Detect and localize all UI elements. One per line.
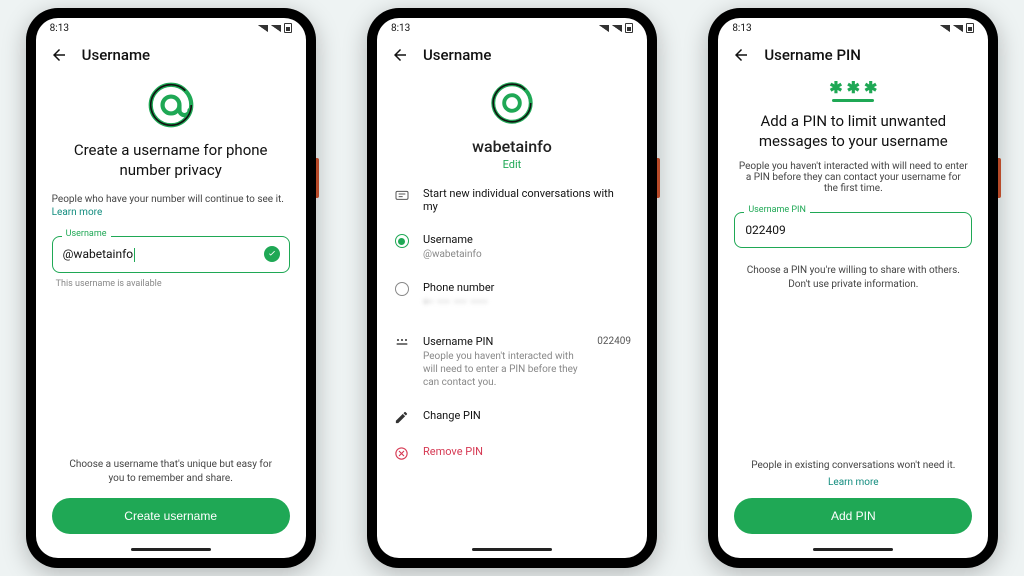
status-bar: 8:13	[377, 18, 647, 38]
radio-selected-icon	[395, 234, 409, 248]
check-icon	[264, 246, 280, 262]
page-title: Username	[82, 46, 150, 64]
battery-icon	[284, 23, 292, 33]
username-field-wrap: Username @wabetainfo	[52, 236, 290, 273]
create-username-button[interactable]: Create username	[52, 498, 290, 534]
screen-1: 8:13 Username	[36, 18, 306, 558]
pin-row[interactable]: Username PIN People you haven't interact…	[393, 325, 631, 399]
section-header-row: Start new individual conversations with …	[393, 177, 631, 223]
status-bar: 8:13	[718, 18, 988, 38]
status-icons	[599, 23, 633, 33]
back-icon[interactable]	[732, 46, 750, 64]
remove-pin-label: Remove PIN	[423, 445, 631, 458]
battery-icon	[625, 23, 633, 33]
gesture-bar	[377, 544, 647, 558]
signal-icon	[271, 25, 281, 32]
chat-icon	[393, 187, 411, 204]
hero-heading: Add a PIN to limit unwanted messages to …	[734, 112, 972, 151]
bottom-note: Choose a username that's unique but easy…	[52, 458, 290, 498]
hero-subtext: People who have your number will continu…	[52, 194, 290, 205]
app-bar: Username PIN	[718, 38, 988, 68]
hero-subtext: People you haven't interacted with will …	[734, 161, 972, 194]
app-bar: Username	[36, 38, 306, 68]
status-icons	[940, 23, 974, 33]
remove-pin-row[interactable]: Remove PIN	[393, 435, 631, 471]
username-input-value: @wabetainfo	[63, 247, 133, 261]
option-phone-sub: +• ••• ••• ••••	[423, 296, 631, 309]
wifi-icon	[940, 25, 950, 32]
pencil-icon	[393, 409, 411, 425]
option-username-row[interactable]: Username @wabetainfo	[393, 223, 631, 271]
edit-link[interactable]: Edit	[503, 158, 522, 171]
phone-frame-1: 8:13 Username	[26, 8, 316, 568]
wifi-icon	[599, 25, 609, 32]
phone-frame-2: 8:13 Username wa	[367, 8, 657, 568]
wifi-icon	[258, 25, 268, 32]
text-cursor	[134, 248, 135, 262]
back-icon[interactable]	[391, 46, 409, 64]
gesture-bar	[718, 544, 988, 558]
phone-frame-3: 8:13 Username PIN ✱✱✱ Add a PIN	[708, 8, 998, 568]
option-username-label: Username	[423, 233, 631, 246]
change-pin-row[interactable]: Change PIN	[393, 399, 631, 435]
page-title: Username PIN	[764, 46, 861, 64]
status-bar: 8:13	[36, 18, 306, 38]
bottom-note: People in existing conversations won't n…	[734, 459, 972, 475]
remove-icon	[393, 445, 411, 461]
at-sign-icon	[52, 78, 290, 135]
option-phone-row[interactable]: Phone number +• ••• ••• ••••	[393, 271, 631, 319]
signal-icon	[953, 25, 963, 32]
at-sign-icon	[393, 78, 631, 131]
keypad-icon	[393, 335, 411, 352]
pin-row-sub: People you haven't interacted with will …	[423, 350, 585, 389]
field-label: Username	[62, 229, 111, 239]
availability-hint: This username is available	[52, 279, 290, 289]
learn-more-link[interactable]: Learn more	[828, 477, 879, 488]
screen-2: 8:13 Username wa	[377, 18, 647, 558]
screen-3: 8:13 Username PIN ✱✱✱ Add a PIN	[718, 18, 988, 558]
clock: 8:13	[391, 23, 410, 34]
username-input[interactable]: @wabetainfo	[52, 236, 290, 273]
app-bar: Username	[377, 38, 647, 68]
clock: 8:13	[50, 23, 69, 34]
status-icons	[258, 23, 292, 33]
battery-icon	[966, 23, 974, 33]
option-username-sub: @wabetainfo	[423, 248, 631, 261]
mid-note: Choose a PIN you're willing to share wit…	[734, 264, 972, 304]
back-icon[interactable]	[50, 46, 68, 64]
radio-unselected-icon	[395, 282, 409, 296]
pin-input-value: 022409	[745, 223, 785, 237]
gesture-bar	[36, 544, 306, 558]
add-pin-button[interactable]: Add PIN	[734, 498, 972, 534]
username-display: wabetainfo	[393, 137, 631, 156]
field-label: Username PIN	[744, 205, 810, 215]
pin-value: 022409	[597, 335, 631, 347]
pin-field-wrap: Username PIN 022409	[734, 212, 972, 248]
clock: 8:13	[732, 23, 751, 34]
hero-heading: Create a username for phone number priva…	[52, 141, 290, 180]
learn-more-link[interactable]: Learn more	[52, 207, 290, 218]
option-phone-label: Phone number	[423, 281, 631, 294]
pin-stars-icon: ✱✱✱	[734, 78, 972, 102]
change-pin-label: Change PIN	[423, 409, 631, 422]
pin-row-title: Username PIN	[423, 335, 585, 348]
signal-icon	[612, 25, 622, 32]
section-label: Start new individual conversations with …	[423, 187, 631, 213]
page-title: Username	[423, 46, 491, 64]
pin-input[interactable]: 022409	[734, 212, 972, 248]
